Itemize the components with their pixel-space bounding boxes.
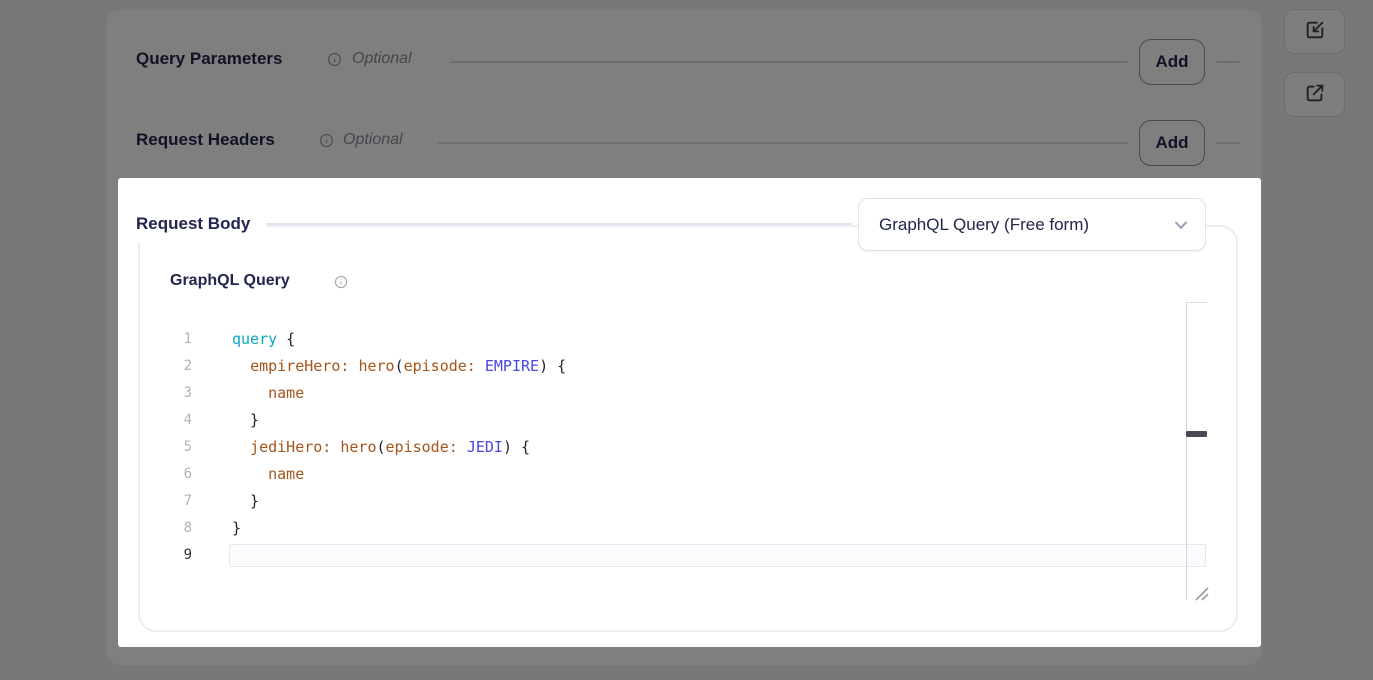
info-icon[interactable] [327,52,342,67]
add-request-header-button[interactable]: Add [1139,120,1205,166]
divider [450,61,1128,63]
editor-scrollbar-track [1186,302,1187,600]
graphql-query-label: GraphQL Query [170,272,290,290]
editor-gutter: 123456789 [152,326,192,569]
optional-badge: Optional [343,131,403,149]
body-type-selected-value: GraphQL Query (Free form) [879,215,1089,235]
divider [1216,61,1240,63]
collapse-editor-button[interactable] [1284,9,1345,54]
query-parameters-label: Query Parameters [136,49,282,69]
info-icon[interactable] [334,275,348,289]
add-query-parameter-button[interactable]: Add [1139,39,1205,85]
open-external-icon [1304,82,1326,107]
api-request-form: Query Parameters Optional Add Request He… [0,0,1373,680]
open-external-button[interactable] [1284,72,1345,117]
chevron-down-icon [1171,215,1191,235]
divider [1216,142,1240,144]
textarea-resize-grip-icon[interactable] [1192,584,1209,601]
graphql-query-editor[interactable]: query { empireHero: hero(episode: EMPIRE… [232,326,566,569]
divider [437,142,1128,144]
optional-badge: Optional [352,50,412,68]
divider [266,223,853,225]
divider [1186,302,1207,303]
request-headers-label: Request Headers [136,130,275,150]
collapse-editor-icon [1304,19,1326,44]
editor-scrollbar-thumb[interactable] [1186,431,1207,437]
request-body-label: Request Body [130,206,266,242]
body-type-select[interactable]: GraphQL Query (Free form) [858,198,1206,251]
info-icon[interactable] [319,133,334,148]
